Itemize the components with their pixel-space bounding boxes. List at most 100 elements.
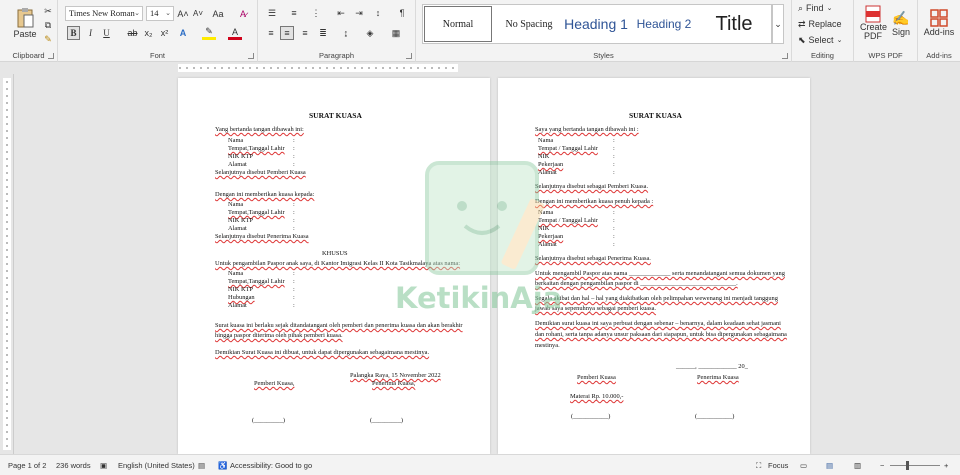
wpspdf-group: Create PDF ✍ Sign WPS PDF: [854, 0, 918, 62]
style-heading-1[interactable]: Heading 1: [564, 6, 628, 42]
decrease-indent-icon[interactable]: ⇤: [334, 6, 348, 20]
font-color-icon[interactable]: A: [228, 26, 242, 40]
language[interactable]: English (United States): [118, 461, 195, 470]
page2-field-nik: NIK: [538, 153, 550, 160]
page2-para3-line1: Demikian surat kuasa ini saya perbuat de…: [535, 320, 781, 327]
clear-format-icon[interactable]: A̷: [236, 6, 250, 21]
page1-colon: :: [293, 270, 295, 277]
text-effects-icon[interactable]: A: [176, 26, 190, 40]
read-mode-icon[interactable]: ▭: [800, 461, 807, 470]
focus-label[interactable]: Focus: [768, 461, 788, 470]
line-spacing-icon[interactable]: ↨: [338, 26, 354, 40]
style-no-spacing[interactable]: No Spacing: [496, 6, 562, 42]
paste-label: Paste: [13, 29, 37, 39]
vertical-ruler[interactable]: [0, 74, 14, 454]
page1-field-nama: Nama: [228, 137, 244, 144]
italic-button[interactable]: I: [84, 26, 97, 40]
justify-icon[interactable]: ≣: [316, 26, 330, 40]
paragraph-launcher[interactable]: [406, 53, 412, 59]
font-family-select[interactable]: Times New Roman ⌄: [65, 6, 143, 21]
font-size-value: 14: [150, 8, 159, 18]
copy-icon[interactable]: ⧉: [42, 19, 54, 31]
page1-surat-line1: Surat kuasa ini berlaku sejak ditandatan…: [215, 322, 463, 329]
proofing-icon[interactable]: ▣: [100, 461, 107, 470]
web-layout-icon[interactable]: ▥: [854, 461, 861, 470]
page-1[interactable]: SURAT KUASA Yang bertanda tangan dibawah…: [178, 78, 490, 454]
zoom-in-icon[interactable]: +: [944, 461, 948, 470]
page1-colon: :: [293, 209, 295, 216]
page1-field-nik-2: NIK KTP: [228, 217, 254, 224]
zoom-out-icon[interactable]: −: [880, 461, 884, 470]
styles-more-icon[interactable]: ⌄: [772, 4, 784, 44]
horizontal-ruler[interactable]: [0, 62, 960, 74]
pilcrow-icon[interactable]: ¶: [396, 6, 408, 20]
page1-field-nik: NIK KTP: [228, 153, 254, 160]
strikethrough-icon[interactable]: ab: [126, 26, 139, 40]
format-painter-icon[interactable]: ✎: [42, 33, 54, 45]
change-case-icon[interactable]: Aa: [210, 6, 226, 21]
addins-grid-icon: [930, 9, 948, 27]
zoom-slider[interactable]: [890, 465, 940, 466]
style-heading-2[interactable]: Heading 2: [630, 6, 698, 42]
macro-icon[interactable]: ▤: [198, 461, 205, 470]
word-count[interactable]: 236 words: [56, 461, 91, 470]
grow-font-icon[interactable]: A˄: [177, 6, 189, 21]
page2-colon: :: [613, 137, 615, 144]
page-count[interactable]: Page 1 of 2: [8, 461, 46, 470]
bullets-icon[interactable]: ☰: [264, 6, 280, 20]
style-title[interactable]: Title: [700, 6, 768, 42]
sign-button[interactable]: ✍ Sign: [888, 3, 914, 43]
paste-button[interactable]: Paste: [10, 3, 40, 43]
paragraph-group: ☰ ≡ ⋮ ⇤ ⇥ ↕ ¶ ≡ ≡ ≡ ≣ ↨ ◈ ▦ Paragraph: [258, 0, 416, 62]
increase-indent-icon[interactable]: ⇥: [352, 6, 366, 20]
borders-icon[interactable]: ▦: [388, 26, 404, 40]
search-icon: ⌕: [798, 2, 804, 13]
page1-penerima: Penerima Kuasa,: [372, 380, 416, 387]
page1-colon: :: [293, 225, 295, 232]
styles-launcher[interactable]: [782, 53, 788, 59]
page1-field-ttl-2: Tempat,Tanggal Lahir: [228, 209, 285, 216]
highlight-icon[interactable]: ✎: [202, 26, 216, 40]
numbering-icon[interactable]: ≡: [286, 6, 302, 20]
font-launcher[interactable]: [248, 53, 254, 59]
accessibility-icon[interactable]: ♿: [218, 461, 227, 470]
addins-button[interactable]: Add-ins: [922, 3, 956, 43]
page2-field-ttl: Tempat / Tanggal Lahir: [538, 145, 598, 152]
replace-button[interactable]: ⇄ Replace: [798, 18, 842, 30]
align-center-icon[interactable]: ≡: [280, 26, 294, 40]
print-layout-icon[interactable]: ▤: [826, 461, 833, 470]
page1-field-hubungan: Hubungan: [228, 294, 255, 301]
cut-icon[interactable]: ✂: [42, 5, 54, 17]
page2-field-pekerjaan: Pekerjaan: [538, 161, 564, 168]
superscript-icon[interactable]: x²: [158, 26, 171, 40]
multilevel-list-icon[interactable]: ⋮: [308, 6, 324, 20]
focus-icon[interactable]: ⛶: [756, 461, 761, 471]
find-button[interactable]: ⌕ Find ⌄: [798, 2, 832, 14]
page1-field-nik-3: NIK KTP: [228, 286, 254, 293]
align-left-icon[interactable]: ≡: [264, 26, 278, 40]
zoom-thumb[interactable]: [906, 461, 909, 470]
clipboard-launcher[interactable]: [48, 53, 54, 59]
accessibility-status[interactable]: Accessibility: Good to go: [230, 461, 312, 470]
page-2[interactable]: SURAT KUASA Saya yang bertanda tangan di…: [498, 78, 810, 454]
shading-icon[interactable]: ◈: [362, 26, 378, 40]
select-button[interactable]: ⬉ Select ⌄: [798, 34, 842, 46]
page2-colon: :: [613, 161, 615, 168]
page2-penerima: Penerima Kuasa: [697, 374, 739, 381]
page2-field-alamat: Alamat: [538, 169, 557, 176]
page1-colon: :: [293, 278, 295, 285]
align-right-icon[interactable]: ≡: [298, 26, 312, 40]
font-size-select[interactable]: 14 ⌄: [146, 6, 174, 21]
create-pdf-button[interactable]: Create PDF: [858, 3, 888, 43]
font-group: Times New Roman ⌄ 14 ⌄ A˄ A˅ Aa A̷ B I U a…: [58, 0, 258, 62]
sort-icon[interactable]: ↕: [372, 6, 384, 20]
underline-button[interactable]: U: [100, 26, 113, 40]
page2-para2-line2: jawab saya sepenuhnya sebagai pemberi ku…: [535, 305, 657, 312]
bold-button[interactable]: B: [67, 26, 80, 40]
page1-field-nama-2: Nama: [228, 201, 244, 208]
page2-field-ttl-2: Tempat / Tanggal Lahir: [538, 217, 598, 224]
style-normal[interactable]: Normal: [424, 6, 492, 42]
subscript-icon[interactable]: x₂: [142, 26, 155, 40]
shrink-font-icon[interactable]: A˅: [192, 6, 204, 21]
page1-colon: :: [293, 161, 295, 168]
